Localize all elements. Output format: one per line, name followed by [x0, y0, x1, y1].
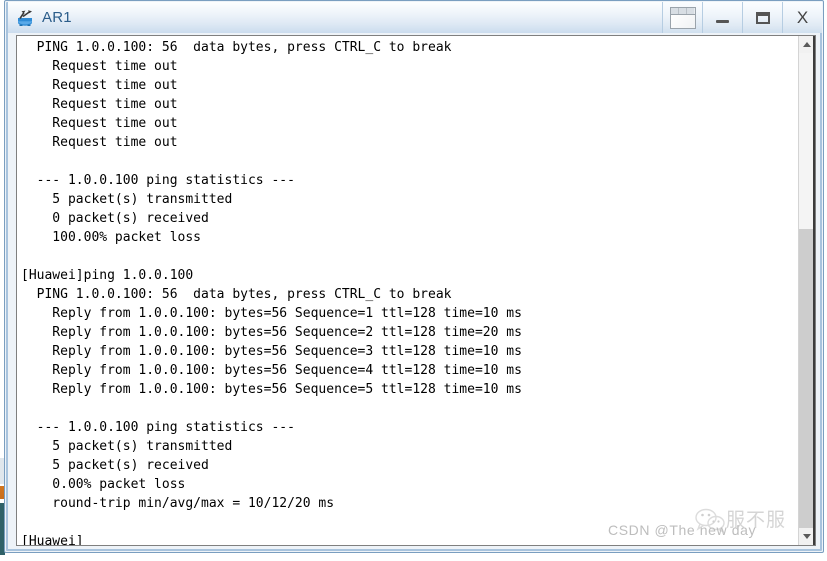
terminal-line: Reply from 1.0.0.100: bytes=56 Sequence=… [21, 382, 522, 397]
screen-root: AR1 X PING 1.0.0.100: 56 data bytes, pre… [0, 0, 827, 561]
terminal-line: Reply from 1.0.0.100: bytes=56 Sequence=… [21, 344, 522, 359]
router-icon [14, 7, 36, 29]
terminal-line: 5 packet(s) received [21, 458, 209, 473]
title-bar[interactable]: AR1 X [8, 2, 822, 33]
close-button[interactable]: X [782, 2, 822, 33]
window-list-icon [669, 6, 696, 29]
title-bar-left: AR1 [8, 7, 662, 29]
terminal-line: Reply from 1.0.0.100: bytes=56 Sequence=… [21, 306, 522, 321]
close-icon: X [796, 8, 809, 27]
terminal-line: 5 packet(s) transmitted [21, 192, 233, 207]
terminal-line: [Huawei] [21, 534, 84, 545]
terminal-line: 5 packet(s) transmitted [21, 439, 233, 454]
terminal-output-area[interactable]: PING 1.0.0.100: 56 data bytes, press CTR… [16, 35, 816, 546]
terminal-line: Reply from 1.0.0.100: bytes=56 Sequence=… [21, 325, 522, 340]
terminal-line: Request time out [21, 78, 178, 93]
terminal-line: [Huawei]ping 1.0.0.100 [21, 268, 194, 283]
terminal-right-edge [813, 36, 815, 545]
terminal-line: PING 1.0.0.100: 56 data bytes, press CTR… [21, 40, 452, 55]
minimize-icon [716, 19, 729, 23]
minimize-button[interactable] [702, 2, 742, 33]
maximize-icon [755, 11, 770, 24]
terminal-line: 0.00% packet loss [21, 477, 186, 492]
terminal-line: Reply from 1.0.0.100: bytes=56 Sequence=… [21, 363, 522, 378]
terminal-line: Request time out [21, 116, 178, 131]
maximize-button[interactable] [742, 2, 782, 33]
window-list-button[interactable] [662, 2, 702, 33]
terminal-line: --- 1.0.0.100 ping statistics --- [21, 420, 295, 435]
terminal-line: Request time out [21, 135, 178, 150]
terminal-line: 100.00% packet loss [21, 230, 202, 245]
terminal-line: round-trip min/avg/max = 10/12/20 ms [21, 496, 335, 511]
terminal-line: Request time out [21, 59, 178, 74]
terminal-window: AR1 X PING 1.0.0.100: 56 data bytes, pre… [4, 0, 824, 553]
terminal-line: 0 packet(s) received [21, 211, 209, 226]
terminal-line: Request time out [21, 97, 178, 112]
title-bar-buttons: X [662, 2, 822, 33]
window-title: AR1 [42, 9, 72, 26]
terminal-line: PING 1.0.0.100: 56 data bytes, press CTR… [21, 287, 452, 302]
terminal-text: PING 1.0.0.100: 56 data bytes, press CTR… [21, 38, 795, 545]
terminal-line: --- 1.0.0.100 ping statistics --- [21, 173, 295, 188]
